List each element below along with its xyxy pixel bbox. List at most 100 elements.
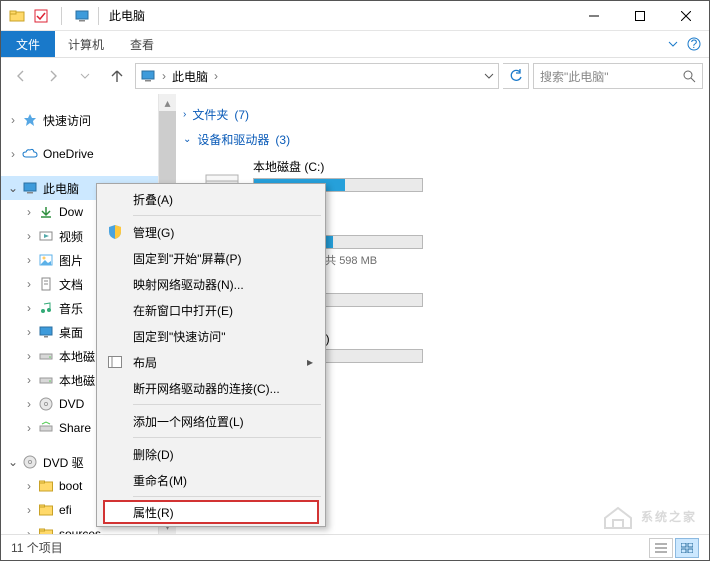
minimize-button[interactable] — [571, 1, 617, 31]
titlebar: 此电脑 — [1, 1, 709, 31]
context-menu-label: 管理(G) — [133, 224, 174, 241]
chevron-right-icon[interactable]: › — [23, 349, 35, 363]
breadcrumb-this-pc[interactable]: 此电脑 — [172, 68, 208, 85]
group-devices[interactable]: ⌄ 设备和驱动器 (3) — [183, 127, 709, 152]
search-input[interactable]: 搜索"此电脑" — [533, 63, 703, 89]
context-menu-item[interactable]: 固定到"快速访问" — [99, 323, 323, 349]
context-menu-label: 固定到"快速访问" — [133, 328, 226, 345]
context-menu-item[interactable]: 断开网络驱动器的连接(C)... — [99, 375, 323, 401]
qat — [1, 6, 92, 26]
maximize-button[interactable] — [617, 1, 663, 31]
tree-item-label: boot — [59, 479, 82, 493]
help-icon[interactable]: ? — [687, 37, 701, 51]
tree-item-label: 音乐 — [59, 300, 83, 317]
tree-item-label: 视频 — [59, 228, 83, 245]
search-icon — [683, 70, 696, 83]
chevron-down-icon: ⌄ — [183, 134, 191, 145]
context-menu-label: 映射网络驱动器(N)... — [133, 276, 244, 293]
chevron-right-icon[interactable]: › — [23, 229, 35, 243]
this-pc-icon — [140, 68, 156, 84]
view-tiles-button[interactable] — [675, 538, 699, 558]
group-folders[interactable]: › 文件夹 (7) — [183, 102, 709, 127]
folder-icon — [37, 502, 55, 518]
chevron-right-icon[interactable]: › — [23, 277, 35, 291]
view-details-button[interactable] — [649, 538, 673, 558]
chevron-right-icon[interactable]: › — [160, 69, 168, 83]
address-bar: › 此电脑 › 搜索"此电脑" — [1, 58, 709, 94]
nav-up-button[interactable] — [103, 62, 131, 90]
chevron-right-icon[interactable]: › — [23, 205, 35, 219]
ribbon-file-tab[interactable]: 文件 — [1, 31, 55, 57]
chevron-right-icon[interactable]: › — [212, 69, 220, 83]
chevron-right-icon: › — [183, 109, 186, 120]
chevron-right-icon[interactable]: › — [23, 479, 35, 493]
tree-item-label: Dow — [59, 205, 83, 219]
chevron-right-icon[interactable]: › — [23, 253, 35, 267]
status-text: 11 个项目 — [11, 539, 63, 556]
item-icon — [37, 228, 55, 244]
tree-item-label: sources — [59, 527, 101, 534]
item-icon — [37, 300, 55, 316]
shield-icon — [105, 224, 125, 240]
tree-onedrive[interactable]: › OneDrive — [1, 142, 158, 166]
chevron-right-icon[interactable]: › — [23, 397, 35, 411]
chevron-right-icon[interactable]: › — [23, 301, 35, 315]
context-menu-item[interactable]: 布局▸ — [99, 349, 323, 375]
tree-item-label: efi — [59, 503, 72, 517]
context-menu-label: 重命名(M) — [133, 472, 187, 489]
statusbar: 11 个项目 — [1, 534, 709, 560]
chevron-right-icon[interactable]: › — [23, 421, 35, 435]
context-menu: 折叠(A) 管理(G) 固定到"开始"屏幕(P) 映射网络驱动器(N)... 在新窗口中… — [96, 183, 326, 527]
context-menu-item[interactable]: 重命名(M) — [99, 467, 323, 493]
svg-text:?: ? — [691, 37, 698, 51]
address-box[interactable]: › 此电脑 › — [135, 63, 499, 89]
refresh-button[interactable] — [503, 63, 529, 89]
context-menu-item-highlighted[interactable]: 属性(R) — [103, 500, 319, 524]
this-pc-icon — [72, 6, 92, 26]
item-icon — [37, 348, 55, 364]
context-menu-item[interactable]: 添加一个网络位置(L) — [99, 408, 323, 434]
ribbon-tab-view[interactable]: 查看 — [117, 31, 167, 57]
item-icon — [37, 204, 55, 220]
cloud-icon — [21, 146, 39, 162]
tree-item-label: Share — [59, 421, 91, 435]
tree-quick-access[interactable]: › 快速访问 — [1, 108, 158, 132]
window-controls — [571, 1, 709, 31]
context-menu-item[interactable]: 删除(D) — [99, 441, 323, 467]
drive-name: 本地磁盘 (C:) — [253, 158, 451, 175]
layout-icon — [105, 356, 125, 368]
chevron-right-icon[interactable]: › — [7, 113, 19, 127]
context-menu-item[interactable]: 在新窗口中打开(E) — [99, 297, 323, 323]
search-placeholder: 搜索"此电脑" — [540, 68, 683, 85]
chevron-down-icon[interactable]: ⌄ — [7, 455, 19, 469]
item-icon — [37, 420, 55, 436]
qat-folder-icon[interactable] — [7, 6, 27, 26]
context-menu-item[interactable]: 管理(G) — [99, 219, 323, 245]
close-button[interactable] — [663, 1, 709, 31]
context-menu-item[interactable]: 固定到"开始"屏幕(P) — [99, 245, 323, 271]
tree-item-label: 本地磁 — [59, 372, 95, 389]
chevron-right-icon[interactable]: › — [23, 325, 35, 339]
chevron-right-icon[interactable]: › — [23, 373, 35, 387]
address-dropdown-icon[interactable] — [484, 71, 494, 81]
disc-icon — [21, 454, 39, 470]
chevron-right-icon[interactable]: › — [7, 147, 19, 161]
nav-back-button[interactable] — [7, 62, 35, 90]
context-menu-item[interactable]: 折叠(A) — [99, 186, 323, 212]
context-menu-label: 布局 — [133, 354, 157, 371]
item-icon — [37, 396, 55, 412]
ribbon-expand-icon[interactable] — [667, 38, 679, 50]
chevron-right-icon[interactable]: › — [23, 527, 35, 534]
tree-item-label: 文档 — [59, 276, 83, 293]
context-menu-item[interactable]: 映射网络驱动器(N)... — [99, 271, 323, 297]
ribbon: 文件 计算机 查看 ? — [1, 31, 709, 58]
context-menu-label: 属性(R) — [133, 504, 174, 521]
nav-forward-button[interactable] — [39, 62, 67, 90]
qat-properties-icon[interactable] — [31, 6, 51, 26]
tree-item-label: 桌面 — [59, 324, 83, 341]
chevron-down-icon[interactable]: ⌄ — [7, 181, 19, 195]
star-icon — [21, 112, 39, 128]
nav-recent-button[interactable] — [71, 62, 99, 90]
ribbon-tab-computer[interactable]: 计算机 — [55, 31, 117, 57]
chevron-right-icon[interactable]: › — [23, 503, 35, 517]
